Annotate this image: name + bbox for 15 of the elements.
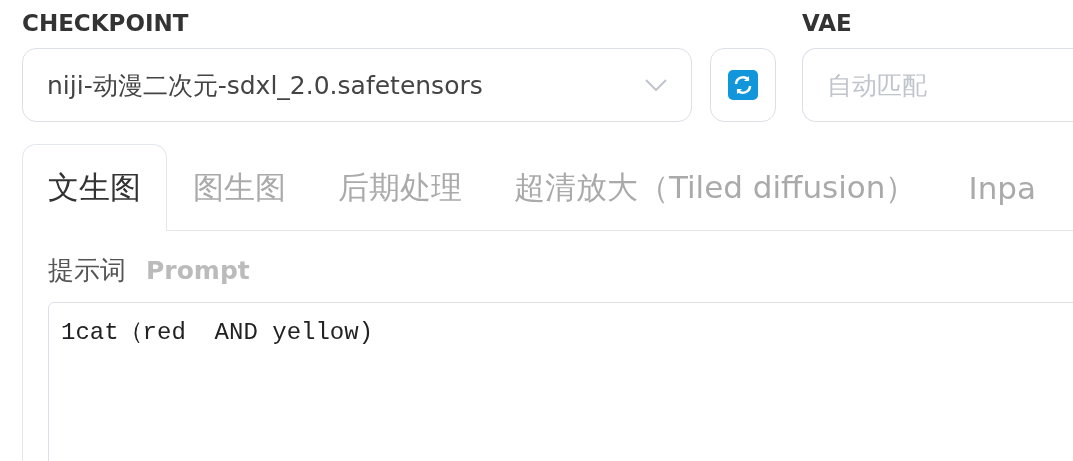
chevron-icon — [645, 79, 667, 91]
field-label: CHECKPOINT — [22, 9, 190, 38]
refresh-icon — [728, 70, 758, 100]
prompt-field[interactable]: 1cat（red AND yellow) — [48, 302, 1073, 461]
checkpoint-select[interactable]: niji-动漫二次元-sdxl_2.0.safetensors — [22, 48, 692, 122]
tab[interactable]: 后期处理 — [312, 144, 488, 231]
tab[interactable]: 图生图 — [167, 144, 312, 231]
tab[interactable]: 文生图 — [22, 144, 167, 231]
refresh-button[interactable] — [710, 48, 776, 122]
prompt-label: 提示词 — [48, 254, 126, 287]
tab[interactable]: 超清放大（Tiled diffusion） — [488, 144, 943, 231]
vae-field[interactable]: 自动匹配 — [802, 48, 1073, 122]
field-label: VAE — [802, 9, 853, 38]
prompt-hint: Prompt — [146, 256, 250, 285]
tab[interactable]: Inpa — [942, 144, 1062, 231]
